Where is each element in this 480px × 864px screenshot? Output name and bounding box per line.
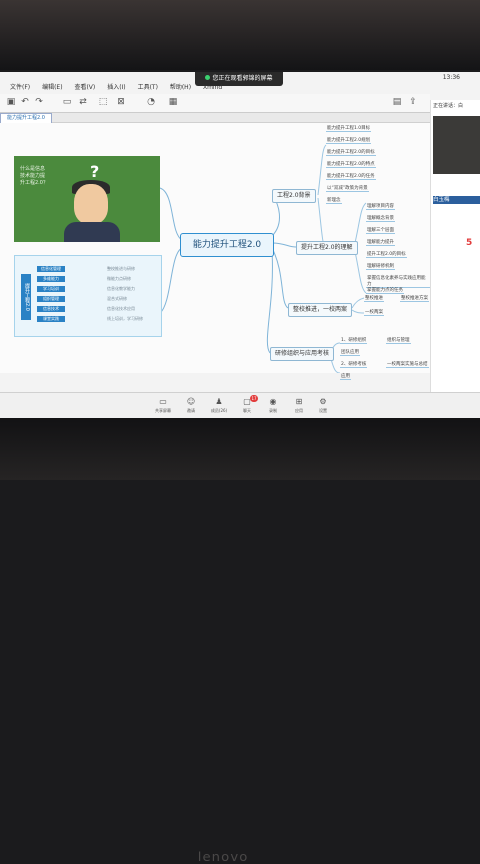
monitor-bezel-top: [0, 0, 480, 70]
apps-button[interactable]: ⊞ 应用: [288, 397, 310, 414]
leaf-topic[interactable]: 理解能力提升: [366, 239, 395, 246]
marker-icon[interactable]: ◔: [146, 97, 156, 107]
menu-edit[interactable]: 编辑(E): [42, 84, 62, 91]
leaf-topic[interactable]: 能力提升工程2.0规划: [326, 137, 372, 144]
clock: 13:36: [442, 74, 460, 81]
menu-view[interactable]: 查看(V): [74, 84, 95, 91]
video-panel: 正在讲话：白 白玉梅: [430, 100, 480, 418]
leaf-topic[interactable]: 整校推进方案: [400, 295, 429, 302]
settings-icon: ⚙: [319, 397, 327, 406]
record-button[interactable]: ◉ 录制: [262, 397, 284, 414]
branch-background[interactable]: 工程2.0背景: [272, 189, 316, 203]
share-screen-button[interactable]: ▭ 共享屏幕: [152, 397, 174, 414]
summary-icon[interactable]: ⊠: [116, 97, 126, 107]
record-icon: ◉: [269, 397, 277, 406]
tab-strip: 能力提升工程2.0: [0, 113, 430, 124]
menu-xmind[interactable]: Xmind: [203, 84, 222, 91]
screen-share-icon: ▭: [159, 397, 167, 406]
meeting-toolbar: ▭ 共享屏幕 ☺ 邀请 ♟ 成员(26) ▢ 17 聊天 ◉ 录制 ⊞ 应用 ⚙ 设置: [0, 392, 480, 418]
invite-button[interactable]: ☺ 邀请: [180, 397, 202, 414]
leaf-topic[interactable]: 能力提升工程2.0的特点: [326, 161, 376, 168]
leaf-topic[interactable]: 2、研修考核: [340, 361, 368, 368]
overview-row-left: 组织管理: [37, 296, 65, 302]
leaf-topic[interactable]: 理解研修机制: [366, 263, 395, 270]
sharing-indicator-icon: [205, 75, 211, 80]
monitor-bezel-bottom: lenovo: [0, 418, 480, 864]
screen: 您正在观看郭锦的屏幕 13:36 文件(F) 编辑(E) 查看(V) 插入(I)…: [0, 72, 480, 418]
leaf-topic[interactable]: 理解三个层面: [366, 227, 395, 234]
overview-row-left: 课堂实践: [37, 316, 65, 322]
overview-row-left: 多维能力: [37, 276, 65, 282]
menu-file[interactable]: 文件(F): [10, 84, 30, 91]
menu-insert[interactable]: 插入(I): [107, 84, 125, 91]
question-mark-icon: ?: [90, 162, 100, 181]
overview-row-left: 信息技术: [37, 306, 65, 312]
leaf-topic[interactable]: 应用: [340, 373, 351, 380]
leaf-topic[interactable]: 理解项目内容: [366, 203, 395, 210]
members-icon: ♟: [215, 397, 223, 406]
leaf-topic[interactable]: 提升工程2.0的目标: [366, 251, 407, 258]
overview-row-right: 线上培训，学习研修: [107, 316, 143, 321]
share-banner-text: 您正在观看郭锦的屏幕: [212, 75, 273, 82]
overview-row-right: 信息化技术应用: [107, 306, 135, 311]
boundary-icon[interactable]: ⬚: [98, 97, 108, 107]
branch-understanding[interactable]: 提升工程2.0的理解: [296, 241, 358, 255]
overview-row-right: 微能力点研修: [107, 276, 131, 281]
overview-row-right: 整校推进与研修: [107, 266, 135, 271]
invite-icon: ☺: [186, 397, 196, 406]
overview-row-right: 信息化教学能力: [107, 286, 135, 291]
overview-card: 提升工程2.0 信息化管理 整校推进与研修 多维能力 微能力点研修 学习培训 信…: [14, 255, 162, 337]
overview-side-label: 提升工程2.0: [21, 274, 31, 320]
leaf-topic[interactable]: 新理念: [326, 197, 342, 204]
menu-help[interactable]: 帮助(H): [170, 84, 191, 91]
leaf-topic[interactable]: 掌握能力点的任务: [366, 287, 404, 294]
leaf-topic[interactable]: 能力提升工程2.0的目标: [326, 149, 376, 156]
participant-video[interactable]: [433, 116, 480, 174]
leaf-topic[interactable]: 一校两案: [364, 309, 384, 316]
branch-school-promotion[interactable]: 整校推进，一校两案: [288, 303, 353, 317]
mindmap-central-topic[interactable]: 能力提升工程2.0: [180, 233, 274, 257]
members-button[interactable]: ♟ 成员(26): [208, 397, 230, 414]
apps-icon: ⊞: [295, 397, 303, 406]
relationship-icon[interactable]: ⇄: [78, 97, 88, 107]
overview-row-left: 学习培训: [37, 286, 65, 292]
toolbar: ▣ ↶ ↷ ▭ ⇄ ⬚ ⊠ ◔ ▦ ▤ ⇪: [0, 94, 430, 113]
chat-button[interactable]: ▢ 17 聊天: [236, 395, 258, 414]
settings-button[interactable]: ⚙ 设置: [312, 397, 334, 414]
speaking-status: 正在讲话：白: [433, 103, 464, 109]
participant-name: 白玉梅: [433, 196, 480, 204]
leaf-topic[interactable]: 以“双减”政策为背景: [326, 185, 369, 192]
share-icon[interactable]: ⇪: [408, 97, 418, 107]
leaf-topic[interactable]: 一校两案实施与总结: [386, 361, 429, 368]
mindmap-canvas[interactable]: 什么是信息 技术能力提 升工程2.0？ ? 提升工程2.0 信息化管理 整校推进…: [0, 123, 430, 380]
overview-row-right: 混合式研修: [107, 296, 127, 301]
menubar: 文件(F) 编辑(E) 查看(V) 插入(I) 工具(T) 帮助(H) Xmin…: [0, 82, 430, 92]
layout-icon[interactable]: ▤: [392, 97, 402, 107]
leaf-topic[interactable]: 理解概念背景: [366, 215, 395, 222]
undo-icon[interactable]: ↶: [20, 97, 30, 107]
branch-training-assessment[interactable]: 研修组织与应用考核: [270, 347, 335, 361]
side-badge: 5: [466, 238, 473, 248]
redo-icon[interactable]: ↷: [34, 97, 44, 107]
leaf-topic[interactable]: 能力提升工程1.0目标: [326, 125, 372, 132]
lenovo-logo: lenovo: [197, 850, 249, 864]
figure-head: [74, 184, 108, 224]
question-illustration: 什么是信息 技术能力提 升工程2.0？ ?: [14, 156, 160, 242]
figure-suit: [64, 222, 120, 242]
overview-row-left: 信息化管理: [37, 266, 65, 272]
image-icon[interactable]: ▦: [168, 97, 178, 107]
topic-icon[interactable]: ▭: [62, 97, 72, 107]
leaf-topic[interactable]: 整校推进: [364, 295, 384, 302]
illustration-caption: 什么是信息 技术能力提 升工程2.0？: [20, 166, 48, 186]
leaf-topic[interactable]: 团队应用: [340, 349, 360, 356]
chat-badge: 17: [250, 395, 258, 402]
leaf-topic[interactable]: 能力提升工程2.0的任务: [326, 173, 376, 180]
save-icon[interactable]: ▣: [6, 97, 16, 107]
menu-tools[interactable]: 工具(T): [138, 84, 158, 91]
leaf-topic[interactable]: 1、研修组织: [340, 337, 368, 344]
leaf-topic[interactable]: 组织与管理: [386, 337, 411, 344]
